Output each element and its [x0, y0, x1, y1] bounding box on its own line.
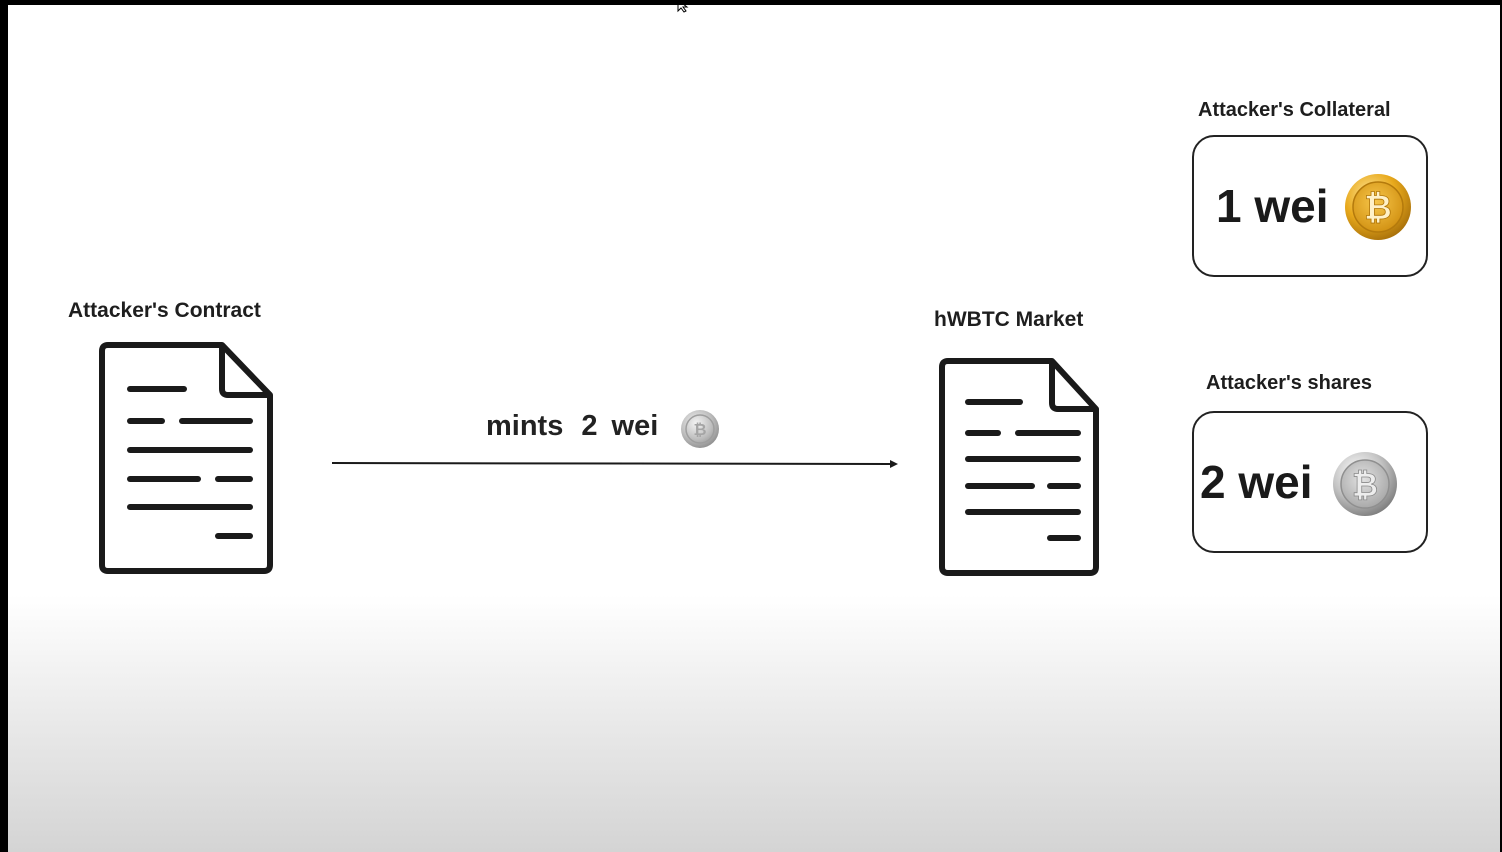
- market-label: hWBTC Market: [934, 308, 1084, 331]
- mint-action-text: mints: [486, 410, 564, 442]
- contract-label: Attacker's Contract: [68, 299, 261, 322]
- mouse-cursor-icon: [677, 5, 689, 13]
- collateral-label: Attacker's Collateral: [1198, 99, 1391, 121]
- svg-text:₿: ₿: [1364, 188, 1392, 228]
- svg-text:₿: ₿: [693, 420, 706, 439]
- contract-document-icon: [99, 342, 273, 574]
- shares-label: Attacker's shares: [1206, 372, 1372, 394]
- collateral-box: 1 wei ₿: [1192, 135, 1428, 277]
- bitcoin-coin-icon: ₿: [1345, 174, 1411, 240]
- svg-text:₿: ₿: [1352, 466, 1378, 504]
- market-document-icon: [939, 358, 1099, 576]
- diagram-canvas: Attacker's Contract mints 2 wei ₿ hWBTC …: [8, 5, 1500, 852]
- mint-arrow: [331, 460, 898, 468]
- silver-coin-icon: ₿: [681, 410, 719, 448]
- collateral-value: 1 wei: [1216, 180, 1329, 232]
- silver-coin-icon: ₿: [1333, 452, 1397, 516]
- shares-value: 2 wei: [1200, 456, 1313, 508]
- shares-box: 2 wei ₿: [1192, 411, 1428, 553]
- mint-amount-text: 2 wei: [581, 410, 659, 442]
- mint-annotation: mints 2 wei: [486, 410, 676, 443]
